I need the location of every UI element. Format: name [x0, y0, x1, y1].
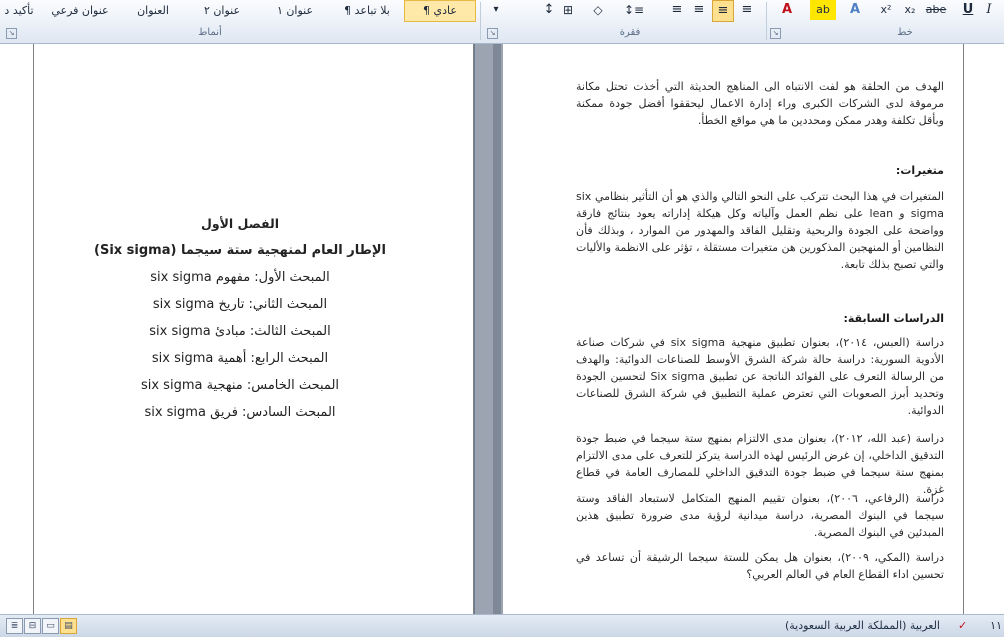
style-heading-1[interactable]: عنوان ١ — [262, 2, 328, 20]
study-paragraph: دراسة (الرفاعي، ٢٠٠٦)، بعنوان تقييم المن… — [576, 492, 944, 539]
style-emphasis[interactable]: تأكيد د — [0, 2, 38, 20]
shading-icon[interactable]: ◇ — [590, 0, 606, 20]
variables-paragraph: المتغيرات في هذا البحث تتركب على النحو ا… — [576, 190, 944, 271]
borders-icon[interactable]: ⊞ — [560, 0, 576, 20]
style-title[interactable]: العنوان — [122, 2, 184, 20]
justify-icon[interactable]: ≡ — [668, 0, 686, 20]
page-margin-line — [473, 44, 474, 614]
study-paragraph: دراسة (عبد الله، ٢٠١٢)، بعنوان مدى الالت… — [576, 432, 944, 496]
paragraph-launcher-icon[interactable]: ↘ — [487, 28, 498, 39]
page-shadow — [493, 44, 501, 614]
status-bar: ▤ ▭ ⊟ ≣ العربية (المملكة العربية السعودي… — [0, 614, 1004, 637]
page-gap — [475, 44, 503, 614]
toc-line: المبحث الرابع: أهمية six sigma — [151, 351, 329, 366]
superscript-button[interactable]: x² — [876, 0, 896, 20]
full-screen-view-icon[interactable]: ▭ — [42, 618, 59, 634]
highlight-icon[interactable]: ab — [810, 0, 836, 20]
strikethrough-button[interactable]: abe — [924, 0, 948, 20]
variables-heading: متغيرات: — [895, 164, 944, 177]
sort-icon[interactable]: ↕ — [540, 0, 558, 20]
style-subtitle[interactable]: عنوان فرعي — [44, 2, 116, 20]
group-separator — [480, 2, 481, 40]
toc-line: المبحث الثالث: مبادئ six sigma — [149, 324, 331, 339]
align-left-icon[interactable]: ≡ — [738, 0, 756, 20]
text-effects-icon[interactable]: A — [845, 0, 865, 20]
chapter-heading: الفصل الأول — [200, 216, 279, 231]
style-no-spacing[interactable]: ¶ بلا تباعد — [334, 2, 400, 20]
styles-scroll-icon[interactable]: ▾ — [487, 0, 505, 20]
chapter-title: الإطار العام لمنهجية ستة سيجما (Six sigm… — [94, 243, 386, 258]
study-paragraph: دراسة (العبس، ٢٠١٤)، بعنوان تطبيق منهجية… — [576, 336, 944, 417]
studies-heading: الدراسات السابقة: — [843, 312, 944, 325]
align-right-icon[interactable]: ≡ — [690, 0, 708, 20]
italic-button[interactable]: I — [982, 0, 996, 20]
toc-line: المبحث الأول: مفهوم six sigma — [150, 270, 330, 285]
font-group-label: خط — [897, 27, 913, 38]
styles-launcher-icon[interactable]: ↘ — [6, 28, 17, 39]
language-status[interactable]: العربية (المملكة العربية السعودية) — [760, 618, 940, 634]
page-number-status[interactable]: ١١ — [982, 618, 1002, 634]
outline-view-icon[interactable]: ≣ — [6, 618, 23, 634]
ribbon: تأكيد د عنوان فرعي العنوان عنوان ٢ عنوان… — [0, 0, 1004, 44]
toc-line: المبحث السادس: فريق six sigma — [144, 405, 336, 420]
font-color-icon[interactable]: A — [776, 0, 798, 20]
print-layout-view-icon[interactable]: ▤ — [60, 618, 77, 634]
underline-button[interactable]: U — [960, 0, 976, 20]
style-normal[interactable]: ¶ عادي — [404, 0, 476, 22]
subscript-button[interactable]: x₂ — [900, 0, 920, 20]
font-launcher-icon[interactable]: ↘ — [770, 28, 781, 39]
document-page-right[interactable]: الهدف من الحلقة هو لفت الانتباه الى المن… — [503, 44, 1004, 614]
page-margin-line — [33, 44, 34, 614]
styles-group-label: أنماط — [198, 27, 222, 38]
intro-paragraph: الهدف من الحلقة هو لفت الانتباه الى المن… — [576, 80, 944, 127]
style-heading-2[interactable]: عنوان ٢ — [190, 2, 254, 20]
toc-line: المبحث الثاني: تاريخ six sigma — [152, 297, 328, 312]
study-paragraph: دراسة (المكي، ٢٠٠٩)، بعنوان هل يمكن للست… — [576, 551, 944, 581]
paragraph-group-label: فقرة — [619, 27, 641, 38]
group-separator — [766, 2, 767, 40]
toc-line: المبحث الخامس: منهجية six sigma — [140, 378, 340, 393]
styles-gallery: تأكيد د عنوان فرعي العنوان عنوان ٢ عنوان… — [0, 0, 480, 22]
proofing-icon[interactable]: ✓ — [958, 618, 974, 634]
page-margin-line — [963, 44, 964, 614]
web-layout-view-icon[interactable]: ⊟ — [24, 618, 41, 634]
align-center-icon[interactable]: ≡ — [712, 0, 734, 22]
document-page-left[interactable]: الفصل الأول الإطار العام لمنهجية ستة سيج… — [0, 44, 475, 614]
line-spacing-icon[interactable]: ↕≡ — [622, 0, 646, 20]
